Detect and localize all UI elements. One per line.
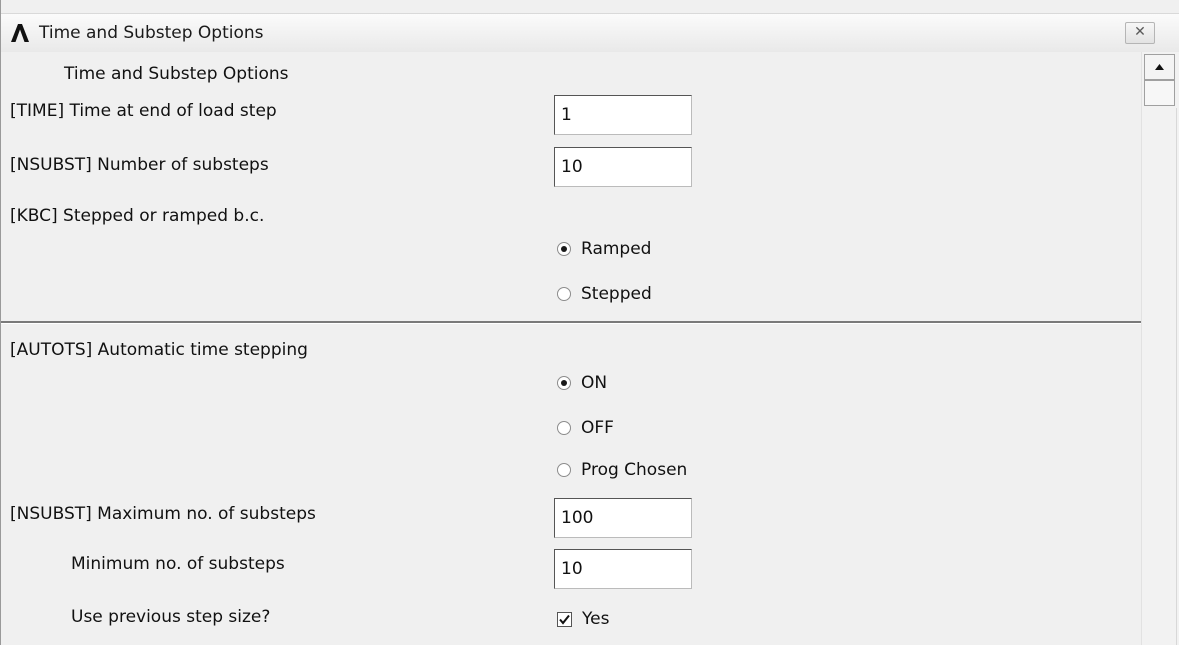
dialog-content: Time and Substep Options [TIME] Time at … — [1, 52, 1141, 645]
radio-label: Ramped — [581, 239, 652, 259]
radio-unselected-icon — [557, 463, 571, 477]
radio-unselected-icon — [557, 287, 571, 301]
section-title: Time and Substep Options — [64, 64, 289, 84]
radio-unselected-icon — [557, 421, 571, 435]
radio-label: ON — [581, 373, 608, 393]
use-previous-label: Use previous step size? — [71, 607, 271, 627]
autots-radio-off[interactable]: OFF — [557, 418, 614, 438]
nsubst-input[interactable]: 10 — [554, 147, 692, 187]
scroll-track — [1176, 108, 1177, 645]
max-substeps-input[interactable]: 100 — [554, 498, 692, 538]
use-previous-checkbox[interactable]: Yes — [557, 609, 609, 629]
kbc-radio-stepped[interactable]: Stepped — [557, 284, 652, 304]
kbc-radio-ramped[interactable]: Ramped — [557, 239, 651, 259]
min-substeps-label: Minimum no. of substeps — [71, 554, 285, 574]
radio-label: OFF — [581, 418, 614, 438]
radio-selected-icon — [557, 376, 571, 390]
vertical-scrollbar[interactable] — [1141, 52, 1179, 645]
scroll-up-arrow-icon — [1155, 64, 1164, 70]
autots-radio-on[interactable]: ON — [557, 373, 607, 393]
checkmark-icon — [559, 614, 570, 625]
time-input[interactable]: 1 — [554, 95, 692, 135]
window-title: Time and Substep Options — [39, 23, 264, 43]
radio-label: Prog Chosen — [581, 460, 688, 480]
kbc-label: [KBC] Stepped or ramped b.c. — [10, 206, 265, 226]
autots-radio-prog-chosen[interactable]: Prog Chosen — [557, 460, 687, 480]
close-icon: ✕ — [1134, 24, 1146, 40]
nsubst-label: [NSUBST] Number of substeps — [10, 155, 269, 175]
radio-selected-icon — [557, 242, 571, 256]
dialog-window: Time and Substep Options ✕ Time and Subs… — [0, 0, 1179, 645]
scroll-thumb[interactable] — [1144, 80, 1175, 106]
ansys-logo-icon — [11, 24, 29, 42]
checkbox-box — [557, 611, 572, 627]
min-substeps-input[interactable]: 10 — [554, 549, 692, 589]
max-substeps-label: [NSUBST] Maximum no. of substeps — [10, 504, 316, 524]
time-label: [TIME] Time at end of load step — [10, 101, 277, 121]
section-separator — [1, 321, 1141, 324]
radio-label: Stepped — [581, 284, 652, 304]
checkbox-label: Yes — [582, 609, 610, 629]
autots-label: [AUTOTS] Automatic time stepping — [10, 340, 308, 360]
title-bar: Time and Substep Options ✕ — [1, 13, 1179, 53]
close-button[interactable]: ✕ — [1125, 22, 1155, 44]
scroll-up-button[interactable] — [1144, 54, 1175, 80]
